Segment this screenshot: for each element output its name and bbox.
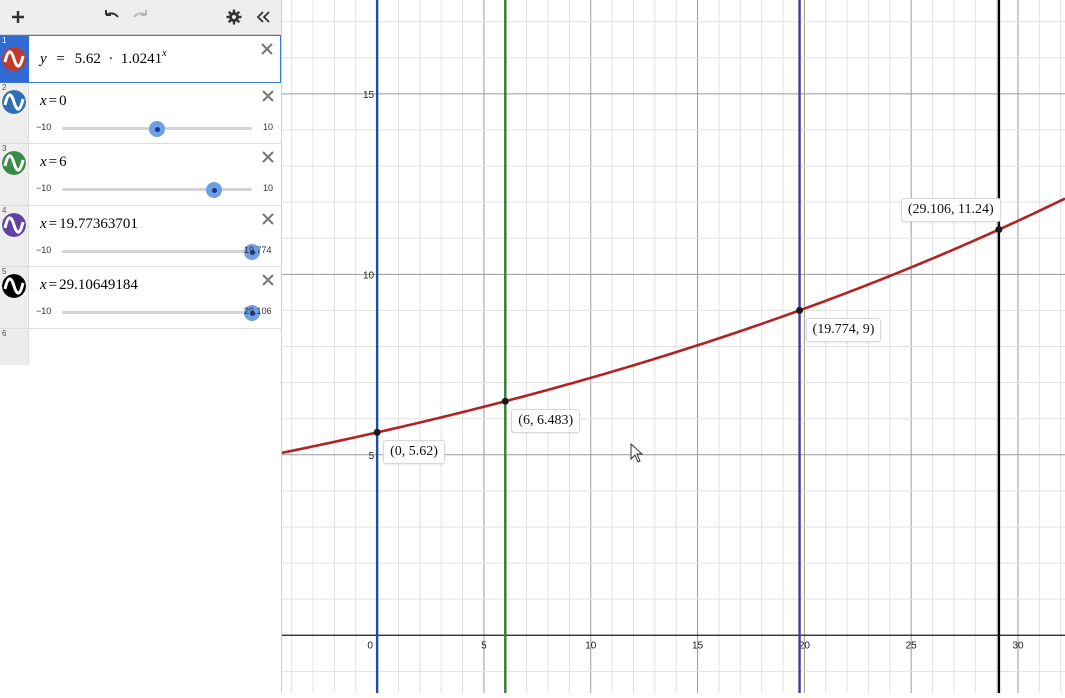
expression-input[interactable]: x = 0	[40, 93, 251, 110]
expression-input[interactable]: x = 29.10649184	[40, 277, 251, 294]
empty-expression-row[interactable]: 6	[0, 329, 281, 365]
graph-style-icon[interactable]	[2, 90, 26, 114]
plus-icon	[12, 11, 24, 23]
intersection-point	[373, 428, 381, 436]
expression-row[interactable]: 3 x = 6 −10 10	[0, 144, 281, 206]
x-tick-label: 30	[1012, 640, 1024, 651]
gear-icon	[226, 9, 242, 25]
delete-expression-icon[interactable]	[261, 273, 275, 287]
point-coordinate-label[interactable]: (29.106, 11.24)	[900, 197, 1001, 222]
undo-button[interactable]	[99, 5, 123, 29]
graph-style-icon[interactable]	[2, 213, 26, 237]
expression-row[interactable]: 1 y = 5.62 · 1.0241x	[0, 35, 281, 83]
value-slider[interactable]: −10 10	[36, 121, 276, 137]
x-tick-label: 5	[481, 640, 487, 651]
delete-expression-icon[interactable]	[261, 89, 275, 103]
double-chevron-left-icon	[256, 11, 270, 23]
value-slider[interactable]: −10 29.106	[36, 305, 276, 321]
point-coordinate-label[interactable]: (0, 5.62)	[383, 440, 445, 465]
slider-max-label: 10	[263, 122, 274, 132]
intersection-point	[501, 397, 509, 405]
y-tick-label: 5	[369, 451, 375, 462]
slider-min-label: −10	[36, 183, 52, 193]
delete-expression-icon[interactable]	[260, 42, 274, 56]
expression-number: 1	[2, 36, 7, 45]
value-slider[interactable]: −10 19.774	[36, 244, 276, 260]
expression-tab[interactable]: 1	[0, 36, 29, 82]
y-tick-label: 15	[363, 90, 375, 101]
slider-min-label: −10	[36, 306, 52, 316]
value-slider[interactable]: −10 10	[36, 182, 276, 198]
expression-tab[interactable]: 4	[0, 206, 29, 266]
slider-max-label: 19.774	[244, 245, 272, 255]
graph-canvas[interactable]: 0 5 10 15 20 25 30 5 10 15 (0, 5.62) (6, 6.483) (19…	[280, 0, 1065, 693]
slider-min-label: −10	[36, 122, 52, 132]
redo-icon	[133, 10, 147, 18]
expression-input[interactable]: x = 6	[40, 154, 251, 171]
x-tick-label: 10	[585, 640, 597, 651]
expression-number: 6	[2, 329, 7, 338]
x-tick-label: 15	[692, 640, 704, 651]
graph-style-icon[interactable]	[2, 151, 26, 175]
expression-tab[interactable]: 3	[0, 144, 29, 205]
slider-max-label: 29.106	[244, 306, 272, 316]
y-tick-label: 10	[363, 270, 375, 281]
slider-thumb[interactable]	[206, 182, 222, 198]
expression-tab[interactable]: 6	[0, 329, 29, 365]
graph-style-icon[interactable]	[2, 47, 26, 71]
delete-expression-icon[interactable]	[261, 212, 275, 226]
point-coordinate-label[interactable]: (6, 6.483)	[511, 409, 581, 434]
expression-tab[interactable]: 2	[0, 83, 29, 143]
settings-button[interactable]	[222, 5, 246, 29]
slider-thumb[interactable]	[149, 121, 165, 137]
expression-input[interactable]: x = 19.77363701	[40, 216, 251, 233]
expression-number: 3	[2, 144, 7, 153]
expression-number: 4	[2, 206, 7, 215]
expression-list: 1 y = 5.62 · 1.0241x 2 x = 0 −10 10 3 x …	[0, 35, 281, 365]
add-expression-button[interactable]	[6, 5, 30, 29]
intersection-point	[995, 226, 1003, 234]
expression-input[interactable]: y = 5.62 · 1.0241x	[40, 48, 250, 68]
expression-toolbar	[0, 0, 281, 35]
expression-tab[interactable]: 5	[0, 267, 29, 328]
slider-track[interactable]	[62, 182, 252, 198]
slider-track[interactable]	[62, 121, 252, 137]
slider-max-label: 10	[263, 183, 274, 193]
delete-expression-icon[interactable]	[261, 150, 275, 164]
intersection-point	[796, 306, 804, 314]
graph-plot[interactable]: 0 5 10 15 20 25 3051015	[280, 0, 1065, 693]
graph-style-icon[interactable]	[2, 274, 26, 298]
x-tick-label: 25	[906, 640, 918, 651]
expression-row[interactable]: 2 x = 0 −10 10	[0, 83, 281, 144]
redo-button[interactable]	[129, 5, 153, 29]
expression-sidebar: 1 y = 5.62 · 1.0241x 2 x = 0 −10 10 3 x …	[0, 0, 282, 693]
slider-track[interactable]	[62, 244, 260, 260]
slider-min-label: −10	[36, 245, 52, 255]
expression-row[interactable]: 4 x = 19.77363701 −10 19.774	[0, 206, 281, 267]
undo-icon	[105, 10, 119, 18]
point-coordinate-label[interactable]: (19.774, 9)	[805, 318, 882, 343]
expression-number: 5	[2, 267, 7, 276]
collapse-sidebar-button[interactable]	[251, 5, 275, 29]
expression-number: 2	[2, 83, 7, 92]
x-tick-label: 0	[367, 640, 373, 651]
expression-row[interactable]: 5 x = 29.10649184 −10 29.106	[0, 267, 281, 329]
slider-track[interactable]	[62, 305, 260, 321]
mouse-cursor-icon	[630, 442, 644, 463]
